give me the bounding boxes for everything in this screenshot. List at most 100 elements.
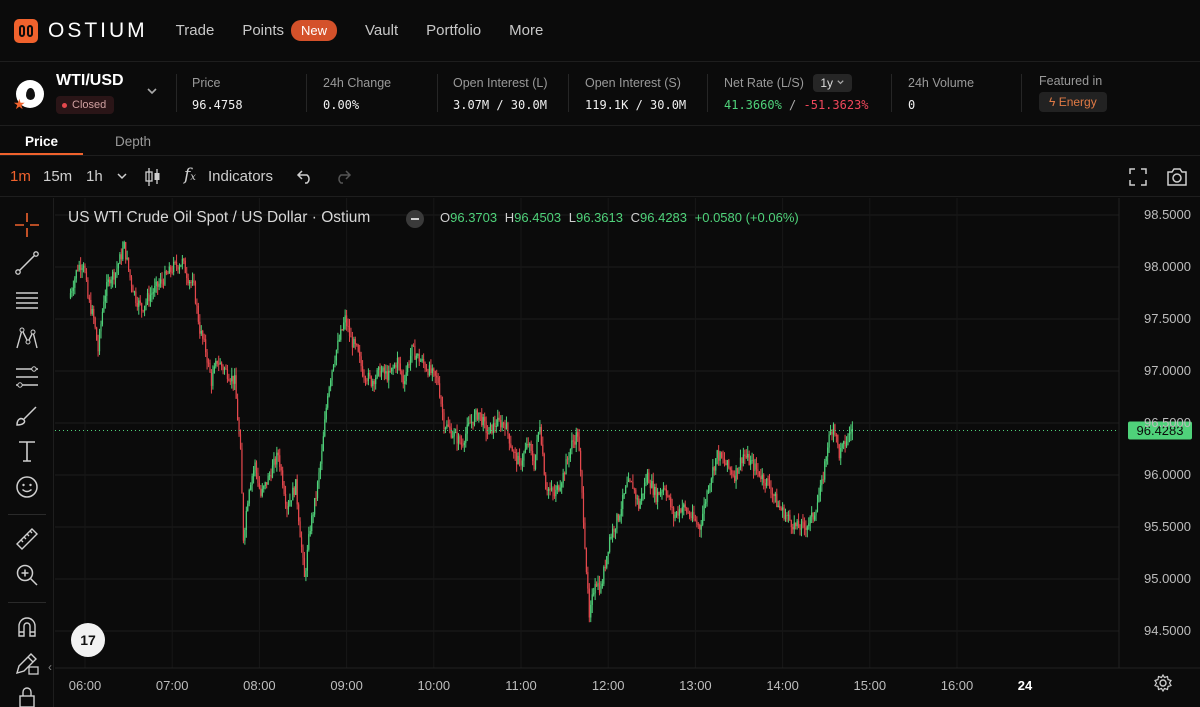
- candle-body: [719, 452, 721, 461]
- candle-body: [424, 363, 426, 370]
- candle-body: [706, 491, 708, 503]
- lock-icon[interactable]: [12, 682, 42, 707]
- candle-body: [709, 484, 711, 491]
- candle-body: [218, 363, 220, 365]
- screenshot-camera-icon[interactable]: [1165, 166, 1189, 192]
- redo-icon[interactable]: [334, 167, 352, 189]
- candle-body: [258, 483, 260, 489]
- market-status-badge: Closed: [56, 96, 115, 114]
- hide-series-icon[interactable]: [406, 210, 424, 228]
- candle-body: [346, 315, 348, 327]
- candle-body: [558, 485, 560, 491]
- candle-body: [552, 488, 554, 493]
- price-chart[interactable]: 96.4283 98.5000 98.0000 97.5000 97.0000 96.5…: [55, 198, 1200, 707]
- candle-body: [735, 467, 737, 482]
- brush-icon[interactable]: [12, 400, 42, 430]
- trend-line-icon[interactable]: [12, 248, 42, 278]
- energy-category-tag[interactable]: ϟ Energy: [1039, 92, 1107, 112]
- candle-body: [398, 357, 400, 364]
- pair-selector-chevron-icon[interactable]: [146, 84, 158, 100]
- candle-body: [716, 450, 718, 459]
- pair-name[interactable]: WTI/USD: [56, 72, 124, 90]
- divider: [176, 74, 177, 112]
- candle-body: [271, 465, 274, 478]
- timeframe-chevron-down-icon[interactable]: [116, 169, 128, 186]
- candle-body: [786, 515, 788, 517]
- pattern-tool-icon[interactable]: [12, 324, 42, 354]
- candle-body: [225, 368, 227, 370]
- magnet-icon[interactable]: [12, 612, 42, 642]
- candle-body: [261, 488, 263, 496]
- zoom-in-icon[interactable]: [12, 560, 42, 590]
- chart-settings-gear-icon[interactable]: [1154, 673, 1172, 697]
- undo-icon[interactable]: [296, 167, 314, 189]
- timeframe-1h[interactable]: 1h: [86, 168, 103, 185]
- candle-style-icon[interactable]: [144, 167, 162, 191]
- candle-body: [148, 293, 150, 302]
- text-tool-icon[interactable]: [12, 436, 42, 466]
- candle-body: [649, 483, 651, 488]
- candle-body: [796, 520, 798, 527]
- timeframe-15m[interactable]: 15m: [43, 168, 72, 185]
- net-rate-separator: /: [789, 98, 797, 112]
- candle-body: [584, 522, 586, 549]
- nav-portfolio[interactable]: Portfolio: [426, 22, 481, 39]
- candle-body: [247, 503, 249, 511]
- candle-body: [736, 467, 739, 474]
- candle-body: [690, 516, 692, 518]
- collapse-sidebar-chevron-icon[interactable]: ‹: [48, 660, 52, 674]
- candle-body: [417, 353, 419, 356]
- fullscreen-icon[interactable]: [1128, 167, 1148, 191]
- candle-body: [450, 428, 452, 438]
- tab-price[interactable]: Price: [25, 134, 58, 149]
- tradingview-logo-icon[interactable]: 17: [71, 623, 105, 657]
- indicators-button[interactable]: Indicators: [208, 168, 273, 185]
- candle-body: [199, 321, 201, 334]
- lock-drawing-pencil-icon[interactable]: [12, 648, 42, 678]
- candle-body: [347, 326, 349, 328]
- candle-body: [466, 424, 468, 434]
- candle-body: [372, 380, 374, 387]
- horizontal-lines-icon[interactable]: [12, 286, 42, 316]
- candle-body: [546, 489, 548, 492]
- favorite-star-icon[interactable]: ★: [13, 96, 26, 113]
- candle-body: [774, 493, 776, 497]
- candle-body: [783, 507, 785, 520]
- crosshair-icon[interactable]: [12, 210, 42, 240]
- nav-points[interactable]: Points New: [242, 20, 338, 41]
- candle-body: [795, 522, 797, 527]
- candle-body: [161, 279, 163, 282]
- candle-body: [523, 452, 525, 461]
- candle-body: [529, 443, 531, 446]
- candle-body: [337, 340, 339, 351]
- nav-trade[interactable]: Trade: [176, 22, 215, 39]
- nav-more[interactable]: More: [509, 22, 543, 39]
- candle-body: [838, 444, 840, 459]
- emoji-icon[interactable]: [12, 472, 42, 502]
- candle-body: [850, 432, 852, 434]
- candle-body: [497, 417, 499, 426]
- timeframe-1m[interactable]: 1m: [10, 168, 31, 185]
- candle-body: [470, 421, 473, 423]
- stat-24h-change: 24h Change 0.00%: [323, 76, 391, 112]
- nav-vault[interactable]: Vault: [365, 22, 398, 39]
- candle-body: [94, 317, 96, 328]
- candle-body: [309, 531, 311, 535]
- indicators-fx-icon[interactable]: fx: [184, 165, 196, 185]
- candle-body: [504, 424, 506, 430]
- brand-logo[interactable]: OSTIUM: [14, 18, 148, 43]
- tab-depth[interactable]: Depth: [115, 134, 151, 149]
- net-rate-period-select[interactable]: 1y: [813, 74, 853, 92]
- fib-retracement-icon[interactable]: [12, 362, 42, 392]
- candle-body: [579, 450, 582, 472]
- candle-body: [518, 455, 521, 461]
- candle-body: [296, 479, 298, 505]
- candle-body: [645, 481, 647, 484]
- candle-body: [299, 521, 301, 538]
- candlestick-chart-svg[interactable]: 96.4283 98.5000 98.0000 97.5000 97.0000 96.5…: [55, 198, 1200, 707]
- ruler-icon[interactable]: [12, 524, 42, 554]
- candle-body: [632, 481, 634, 489]
- open-value: 96.3703: [450, 210, 498, 225]
- candle-body: [375, 377, 377, 385]
- candle-body: [251, 476, 253, 486]
